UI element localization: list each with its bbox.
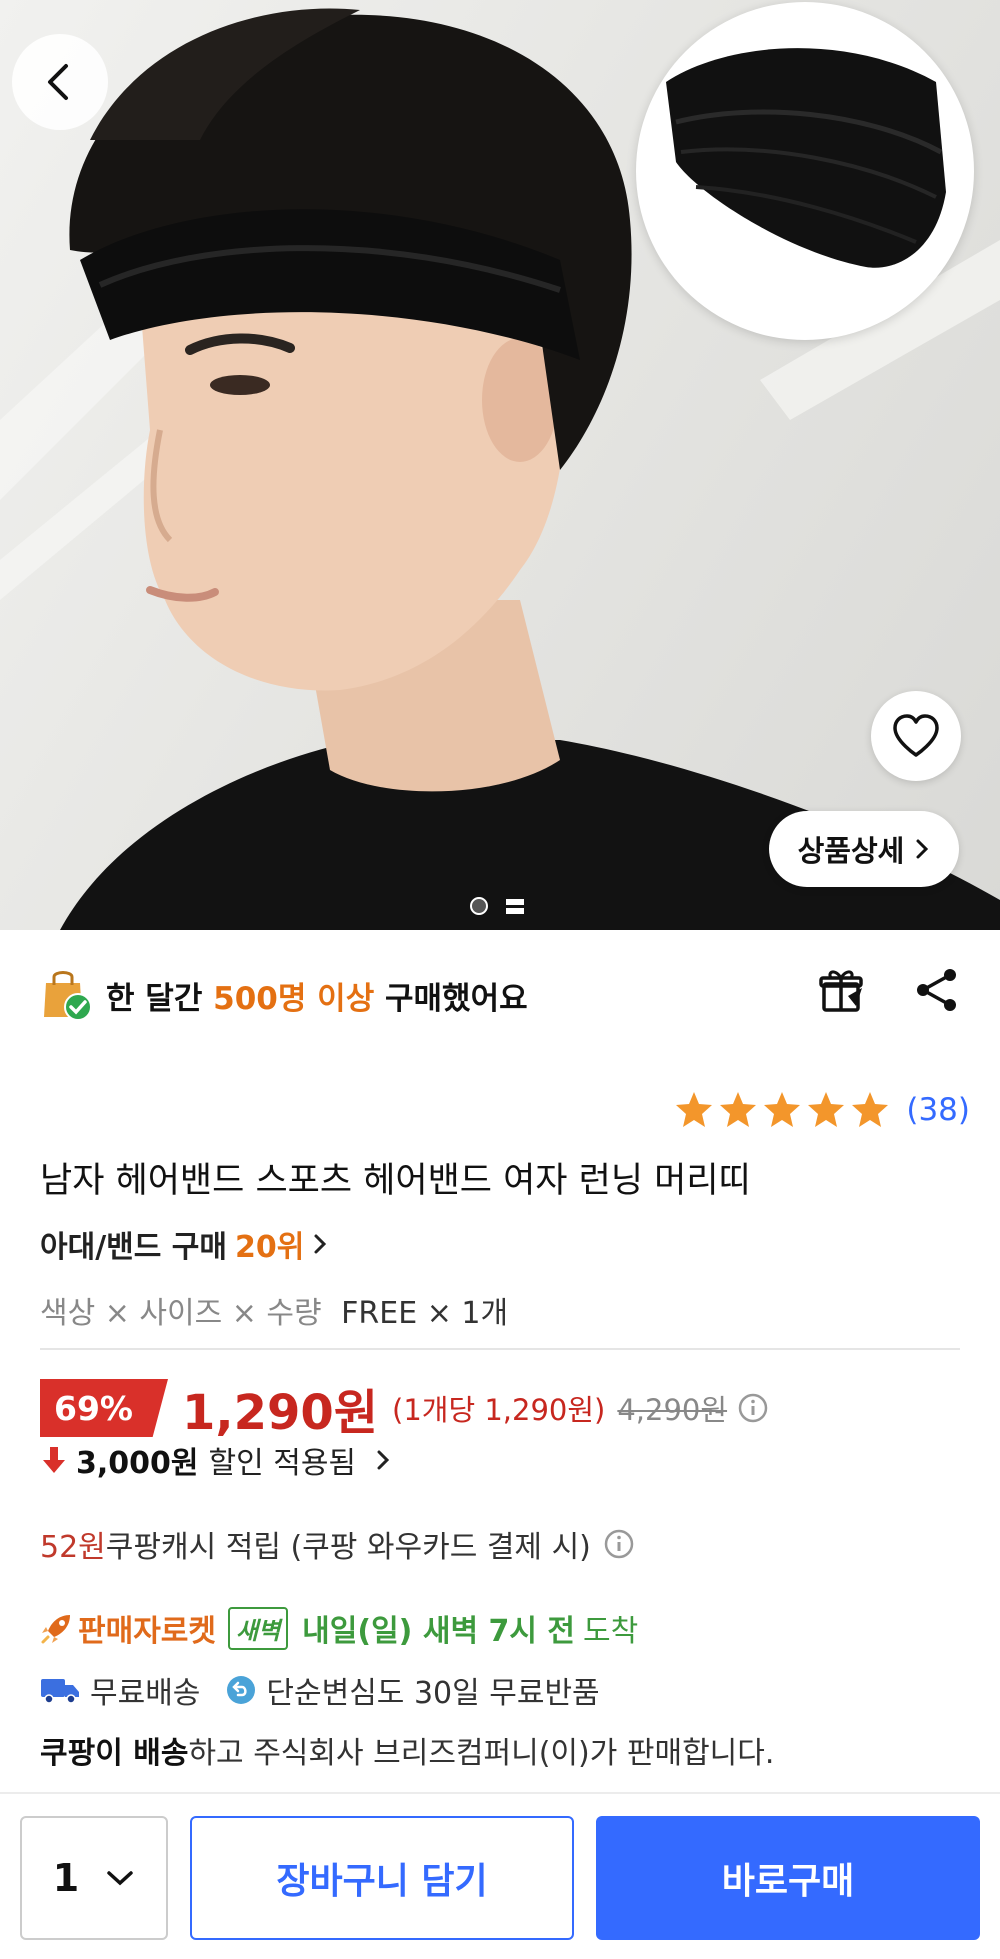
info-icon[interactable] [737,1392,769,1424]
discount-label: 할인 적용됨 [208,1446,357,1481]
chevron-right-icon [916,839,929,859]
add-to-cart-button[interactable]: 장바구니 담기 [190,1816,574,1940]
rocket-icon [41,1615,70,1644]
heart-icon [893,714,939,757]
chevron-right-icon [377,1450,390,1470]
unit-price: (1개당 1,290원) [392,1393,606,1427]
star-icon [676,1092,713,1127]
shipping-info: 무료배송 단순변심도 30일 무료반품 [40,1668,600,1712]
arrival-time: 내일(일) 새벽 7시 전 [302,1614,576,1649]
quantity-select[interactable]: 1 [20,1816,168,1940]
star-rating-icons [676,1092,889,1127]
purchase-banner: 한 달간 500명 이상 구매했어요 [40,960,960,1030]
divider [40,1348,960,1350]
arrival-suffix: 도착 [583,1614,639,1649]
sale-price: 1,290원 [182,1385,378,1441]
dawn-delivery-badge: 새벽 [228,1606,289,1650]
chevron-right-icon [314,1234,327,1254]
star-icon [764,1092,801,1127]
rank-number: 20위 [235,1230,305,1265]
discount-applied[interactable]: 3,000원 할인 적용됨 [40,1438,398,1482]
product-image-carousel[interactable]: 상품상세 [0,0,1000,930]
share-icon[interactable] [914,966,960,1014]
truck-icon [41,1679,79,1704]
product-title: 남자 헤어밴드 스포츠 헤어밴드 여자 런닝 머리띠 [40,1161,751,1201]
back-arrow-icon [48,64,68,100]
star-icon [852,1092,889,1127]
rank-category: 아대/밴드 구매 [40,1230,228,1265]
quantity-value: 1 [52,1856,80,1900]
carousel-dot-active [470,897,488,915]
product-detail-label: 상품상세 [797,834,905,868]
category-rank[interactable]: 아대/밴드 구매 20위 [40,1222,328,1266]
free-shipping: 무료배송 [90,1676,201,1711]
options-label: 색상 × 사이즈 × 수량 [40,1296,322,1331]
options-value: FREE × 1개 [341,1296,509,1331]
seller-info: 쿠팡이 배송하고 주식회사 브리즈컴퍼니(이)가 판매합니다. [40,1728,774,1772]
review-count[interactable]: (38) [906,1092,970,1128]
buy-now-button[interactable]: 바로구매 [596,1816,980,1940]
info-icon[interactable] [603,1528,635,1560]
cash-label: 쿠팡캐시 적립 (쿠팡 와우카드 결제 시) [105,1530,591,1565]
discount-amount: 3,000원 [76,1446,199,1481]
chevron-down-icon [107,1871,133,1886]
back-button[interactable] [12,34,108,130]
down-arrow-icon [43,1447,65,1473]
product-detail-button[interactable]: 상품상세 [769,811,959,887]
delivery-estimate: 판매자로켓 새벽 내일(일) 새벽 7시 전 도착 [40,1606,638,1650]
star-icon [720,1092,757,1127]
discount-badge: 69% [40,1379,168,1437]
wishlist-button[interactable] [871,691,961,781]
product-inset-image [636,2,974,340]
shopping-bag-check-icon [44,971,92,1021]
seller-rest: 하고 주식회사 브리즈컴퍼니(이)가 판매합니다. [188,1736,775,1771]
seller-rocket-label: 판매자로켓 [78,1614,216,1649]
star-icon [808,1092,845,1127]
cash-reward: 52원 쿠팡캐시 적립 (쿠팡 와우카드 결제 시) [40,1522,635,1566]
seller-bold: 쿠팡이 배송 [40,1736,189,1771]
headband-thumbnail [666,48,946,268]
free-return: 단순변심도 30일 무료반품 [266,1676,600,1711]
gift-icon[interactable] [818,966,866,1014]
rating[interactable]: (38) [674,1090,970,1130]
cash-amount: 52원 [40,1530,106,1565]
carousel-indicator [470,897,524,915]
carousel-page-icon [506,898,524,914]
return-icon [227,1676,256,1704]
purchase-count-text: 한 달간 500명 이상 구매했어요 [106,980,528,1017]
price-row: 69% 1,290원 (1개당 1,290원) 4,290원 [40,1373,769,1443]
selected-options[interactable]: 색상 × 사이즈 × 수량 FREE × 1개 [40,1288,508,1332]
purchase-bar: 1 장바구니 담기 바로구매 [0,1792,1000,1959]
original-price: 4,290원 [617,1393,728,1427]
